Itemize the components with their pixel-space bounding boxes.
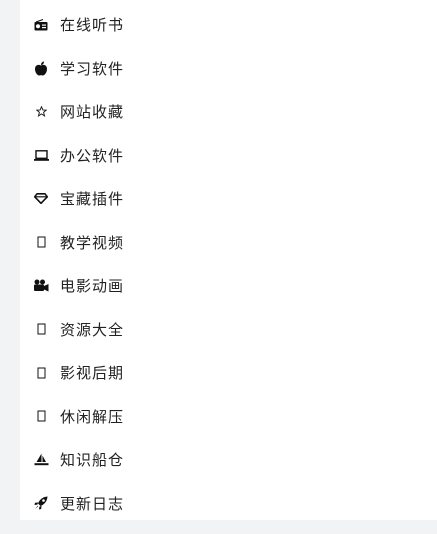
sidebar-item-bookmarks[interactable]: 网站收藏 [20,90,437,134]
sidebar-item-label: 宝藏插件 [60,190,125,209]
apple-icon [33,60,49,76]
sidebar-item-label: 教学视频 [60,233,125,252]
sidebar-item-leisure[interactable]: 休闲解压 [20,395,437,439]
sidebar-item-learning-software[interactable]: 学习软件 [20,47,437,91]
placeholder-box-icon [33,365,49,381]
sidebar-item-label: 资源大全 [60,320,125,339]
placeholder-box-icon [33,321,49,337]
sailboat-icon [33,452,49,468]
sidebar-item-post-production[interactable]: 影视后期 [20,351,437,395]
sidebar-item-label: 学习软件 [60,59,125,78]
sidebar-item-audiobooks[interactable]: 在线听书 [20,3,437,47]
star-outline-icon [33,104,49,120]
sidebar-panel: 在线听书 学习软件 网站收藏 办公软件 宝藏插件 教学视频 电影动画 资源大全 … [20,0,437,520]
sidebar-item-label: 电影动画 [60,277,125,296]
video-camera-icon [33,278,49,294]
sidebar-item-plugins[interactable]: 宝藏插件 [20,177,437,221]
sidebar-item-label: 更新日志 [60,494,125,513]
radio-icon [33,17,49,33]
sidebar-item-label: 知识船仓 [60,451,125,470]
placeholder-box-icon [33,234,49,250]
sidebar-menu: 在线听书 学习软件 网站收藏 办公软件 宝藏插件 教学视频 电影动画 资源大全 … [20,3,437,525]
sidebar-item-resources[interactable]: 资源大全 [20,308,437,352]
sidebar-item-label: 影视后期 [60,364,125,383]
rocket-icon [33,495,49,511]
sidebar-item-movies-animation[interactable]: 电影动画 [20,264,437,308]
sidebar-item-label: 办公软件 [60,146,125,165]
sidebar-item-changelog[interactable]: 更新日志 [20,482,437,526]
sidebar-item-knowledge-base[interactable]: 知识船仓 [20,438,437,482]
diamond-icon [33,191,49,207]
sidebar-item-label: 休闲解压 [60,407,125,426]
sidebar-item-tutorial-videos[interactable]: 教学视频 [20,221,437,265]
sidebar-item-label: 在线听书 [60,16,125,35]
sidebar-item-label: 网站收藏 [60,103,125,122]
laptop-icon [33,147,49,163]
sidebar-item-office-software[interactable]: 办公软件 [20,134,437,178]
placeholder-box-icon [33,408,49,424]
